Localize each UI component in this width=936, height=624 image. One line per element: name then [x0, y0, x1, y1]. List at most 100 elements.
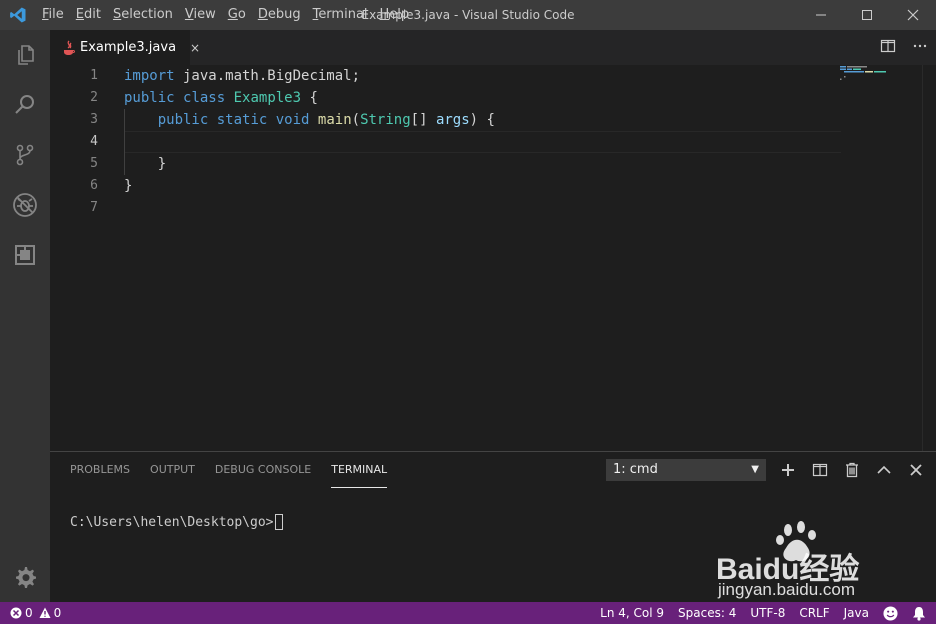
- menu-edit[interactable]: Edit: [70, 0, 107, 30]
- activity-bar: [0, 30, 50, 602]
- terminal-output[interactable]: C:\Users\helen\Desktop\go>: [70, 514, 283, 530]
- chevron-up-icon[interactable]: [876, 462, 892, 478]
- maximize-button[interactable]: [844, 0, 890, 30]
- code-token: (: [351, 112, 361, 128]
- title-bar: File Edit Selection View Go Debug Terminal Help…: [0, 0, 936, 30]
- menu-view[interactable]: View: [179, 0, 222, 30]
- close-panel-icon[interactable]: [908, 462, 924, 478]
- code-token: []: [410, 112, 436, 128]
- code-token: }: [124, 178, 133, 194]
- error-icon: [10, 607, 22, 619]
- menu-debug[interactable]: Debug: [252, 0, 307, 30]
- errors-indicator: 0: [10, 602, 33, 624]
- menu-file[interactable]: File: [36, 0, 70, 30]
- code-token: args: [435, 112, 470, 128]
- code-token: Example3: [233, 90, 302, 106]
- end-of-line[interactable]: CRLF: [799, 602, 829, 624]
- new-terminal-icon[interactable]: [780, 462, 796, 478]
- gear-icon[interactable]: [0, 552, 50, 602]
- code-text: }: [124, 175, 132, 197]
- tab-output[interactable]: OUTPUT: [150, 452, 195, 488]
- close-window-button[interactable]: [890, 0, 936, 30]
- watermark-url: jingyan.baidu.com: [718, 580, 856, 599]
- code-token: static: [216, 112, 268, 128]
- code-token: main: [317, 112, 352, 128]
- window-controls: [798, 0, 936, 30]
- explorer-icon[interactable]: [0, 30, 50, 80]
- code-line[interactable]: 3 public static void main(String[] args)…: [50, 109, 840, 131]
- editor-tab-bar: Example3.java ×: [50, 30, 936, 65]
- source-control-icon[interactable]: [0, 130, 50, 180]
- bell-icon[interactable]: [912, 606, 926, 621]
- terminal-select[interactable]: 1: cmd ▼: [606, 459, 766, 481]
- line-number: 5: [90, 156, 98, 171]
- code-token: class: [183, 90, 226, 106]
- tab-problems[interactable]: PROBLEMS: [70, 452, 130, 488]
- language-mode[interactable]: Java: [844, 602, 869, 624]
- code-line[interactable]: 4: [50, 131, 840, 153]
- debug-icon[interactable]: [0, 180, 50, 230]
- code-text: }: [124, 153, 166, 175]
- code-line[interactable]: 1 import java.math.BigDecimal;: [50, 65, 840, 87]
- code-token: void: [275, 112, 310, 128]
- code-line[interactable]: 2 public class Example3 {: [50, 87, 840, 109]
- search-icon[interactable]: [0, 80, 50, 130]
- cursor-position[interactable]: Ln 4, Col 9: [600, 602, 664, 624]
- indentation[interactable]: Spaces: 4: [678, 602, 736, 624]
- menu-terminal[interactable]: Terminal: [307, 0, 374, 30]
- code-line[interactable]: 5 }: [50, 153, 840, 175]
- menu-selection[interactable]: Selection: [107, 0, 179, 30]
- problems-indicator[interactable]: 0 0: [10, 602, 61, 624]
- editor-actions: [880, 30, 928, 65]
- java-icon: [62, 40, 76, 56]
- baidu-watermark: Baidu经验 jingyan.baidu.com: [716, 520, 896, 602]
- menu-go[interactable]: Go: [222, 0, 252, 30]
- code-text: public class Example3 {: [124, 87, 318, 109]
- minimap[interactable]: [840, 65, 922, 451]
- line-number: 2: [90, 90, 98, 105]
- terminal-select-value: 1: cmd: [613, 462, 658, 477]
- line-number: 7: [90, 200, 98, 215]
- errors-count: 0: [25, 606, 33, 620]
- code-editor[interactable]: 1 import java.math.BigDecimal; 2 public cla…: [50, 65, 922, 451]
- minimize-button[interactable]: [798, 0, 844, 30]
- code-line[interactable]: 6}: [50, 175, 840, 197]
- code-text: public static void main(String[] args) {: [124, 109, 495, 131]
- trash-icon[interactable]: [844, 462, 860, 478]
- code-token: java.math.BigDecimal;: [174, 68, 361, 84]
- file-encoding[interactable]: UTF-8: [750, 602, 785, 624]
- code-token: public: [124, 90, 175, 106]
- code-token: {: [301, 90, 318, 106]
- panel-actions: [780, 459, 924, 481]
- code-line[interactable]: 7: [50, 197, 840, 219]
- terminal-cursor: [274, 514, 283, 530]
- code-token: public: [157, 112, 209, 128]
- code-token: String: [360, 112, 411, 128]
- feedback-smiley-icon[interactable]: [883, 605, 898, 621]
- tab-debug-console[interactable]: DEBUG CONSOLE: [215, 452, 311, 488]
- line-number: 4: [90, 134, 98, 149]
- menu-help[interactable]: Help: [374, 0, 416, 30]
- more-actions-icon[interactable]: [912, 38, 928, 58]
- editor-scrollbar[interactable]: [922, 65, 936, 451]
- code-token: import: [124, 68, 175, 84]
- warning-icon: [39, 607, 51, 618]
- terminal-prompt: C:\Users\helen\Desktop\go>: [70, 514, 274, 530]
- status-bar-right: Ln 4, Col 9 Spaces: 4 UTF-8 CRLF Java: [600, 602, 926, 624]
- code-text: import java.math.BigDecimal;: [124, 65, 360, 87]
- tab-terminal[interactable]: TERMINAL: [331, 452, 388, 488]
- extensions-icon[interactable]: [0, 230, 50, 280]
- warnings-indicator: 0: [39, 602, 61, 624]
- tab-example3-java[interactable]: Example3.java ×: [50, 30, 200, 65]
- panel-tabs: PROBLEMS OUTPUT DEBUG CONSOLE TERMINAL: [70, 452, 388, 488]
- tab-close-button[interactable]: ×: [190, 41, 200, 55]
- code-token: ) {: [469, 112, 495, 128]
- split-terminal-icon[interactable]: [812, 462, 828, 478]
- split-editor-icon[interactable]: [880, 38, 896, 58]
- chevron-down-icon: ▼: [751, 464, 759, 475]
